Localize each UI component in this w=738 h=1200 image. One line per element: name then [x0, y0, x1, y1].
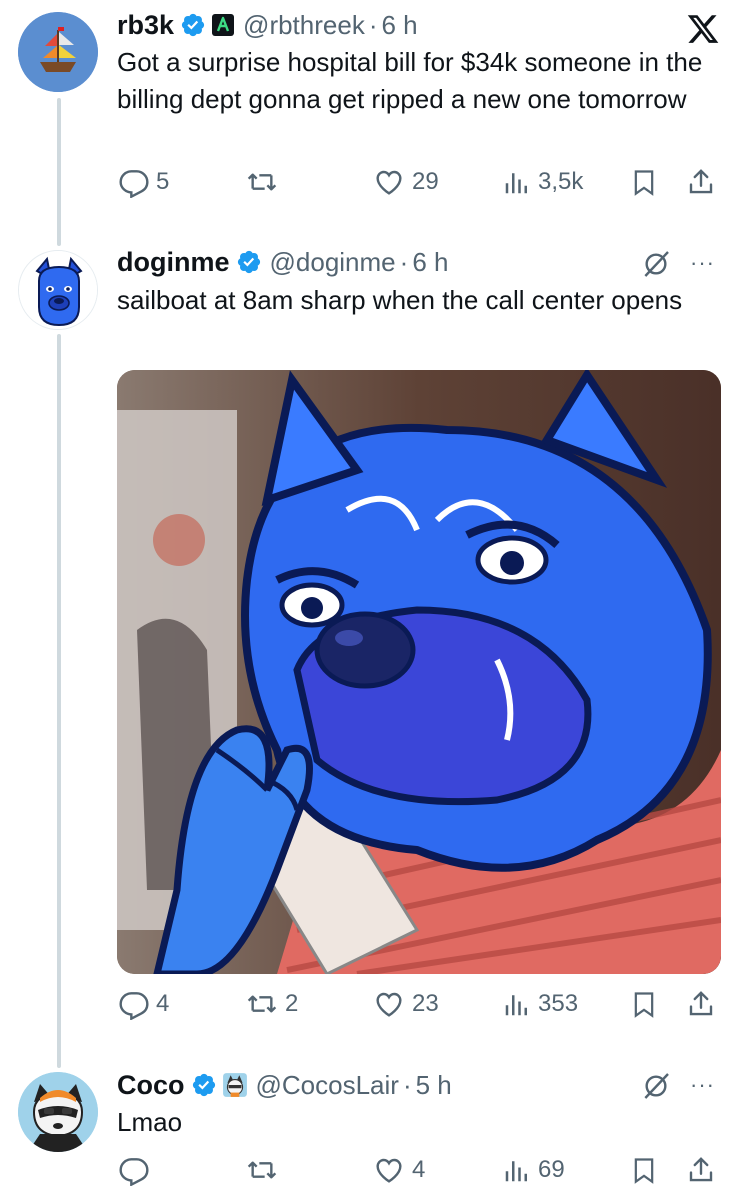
separator-dot: ·	[402, 1069, 412, 1100]
reply-icon	[119, 992, 149, 1020]
share-button[interactable]	[686, 1154, 716, 1186]
affiliate-logo-icon	[211, 13, 235, 37]
share-icon	[689, 169, 713, 194]
tweet-actions: 4 2 23 353	[0, 986, 738, 1026]
reply-count: 4	[156, 990, 170, 1017]
like-button[interactable]: 29	[372, 166, 439, 198]
verified-badge-icon	[191, 1072, 217, 1098]
retweet-icon	[247, 173, 277, 191]
tweet-text: sailboat at 8am sharp when the call cent…	[117, 285, 683, 315]
retweet-button[interactable]	[245, 166, 285, 198]
grok-icon[interactable]	[640, 248, 672, 280]
share-button[interactable]	[686, 166, 716, 198]
views-icon	[505, 173, 527, 194]
more-options-button[interactable]: ···	[690, 250, 715, 276]
more-options-button[interactable]: ···	[690, 1072, 715, 1098]
tweet-header: rb3k @rbthreek · 6 h	[117, 8, 418, 42]
timestamp[interactable]: 6 h	[382, 10, 418, 41]
share-button[interactable]	[686, 988, 716, 1020]
affiliate-logo-icon	[222, 1072, 248, 1098]
verified-badge-icon	[236, 249, 262, 275]
reply-icon	[119, 1158, 149, 1186]
display-name[interactable]: doginme	[117, 247, 230, 278]
share-icon	[689, 1157, 713, 1182]
views-icon	[505, 995, 527, 1016]
sailboat-emoji-icon	[18, 12, 98, 92]
reply-icon	[119, 170, 149, 198]
avatar-rb3k[interactable]	[18, 12, 98, 92]
like-count: 4	[412, 1156, 426, 1183]
user-handle[interactable]: @CocosLair	[256, 1070, 399, 1101]
retweet-button[interactable]	[245, 1154, 285, 1186]
bookmark-button[interactable]	[630, 988, 658, 1020]
verified-badge-icon	[180, 12, 206, 38]
tweet-actions: 4 69	[0, 1152, 738, 1192]
views-button[interactable]: 353	[502, 988, 578, 1020]
raccoon-icon	[18, 1072, 98, 1152]
grok-icon[interactable]	[640, 1070, 672, 1102]
like-button[interactable]: 23	[372, 988, 439, 1020]
separator-dot: ·	[368, 9, 378, 40]
blue-cartoon-dog-on-phone-image	[117, 370, 721, 974]
reply-button[interactable]	[118, 1154, 156, 1186]
bookmark-icon	[634, 992, 654, 1018]
tweet-actions: 5 29 3,5k	[0, 164, 738, 204]
user-handle[interactable]: @doginme	[270, 247, 396, 278]
bookmark-icon	[634, 170, 654, 196]
views-icon	[505, 1161, 527, 1182]
x-logo-icon[interactable]	[685, 12, 721, 46]
reply-count: 5	[156, 168, 170, 195]
tweet-header: doginme @doginme · 6 h	[117, 245, 448, 279]
reply-button[interactable]: 4	[118, 988, 169, 1020]
separator-dot: ·	[399, 246, 409, 277]
views-button[interactable]: 3,5k	[502, 166, 583, 198]
views-button[interactable]: 69	[502, 1154, 565, 1186]
view-count: 3,5k	[538, 168, 584, 195]
tweet-text: Lmao	[117, 1107, 183, 1137]
display-name[interactable]: Coco	[117, 1070, 185, 1101]
like-count: 23	[412, 990, 439, 1017]
view-count: 353	[538, 990, 579, 1017]
heart-icon	[376, 170, 402, 195]
tweet-header: Coco @CocosLair · 5 h	[117, 1068, 452, 1102]
bookmark-icon	[634, 1158, 654, 1184]
timestamp[interactable]: 6 h	[412, 247, 448, 278]
retweet-icon	[247, 1161, 277, 1179]
tweet-text: Got a surprise hospital bill for $34k so…	[117, 47, 703, 114]
display-name[interactable]: rb3k	[117, 10, 174, 41]
like-button[interactable]: 4	[372, 1154, 425, 1186]
view-count: 69	[538, 1156, 565, 1183]
heart-icon	[376, 992, 402, 1017]
timestamp[interactable]: 5 h	[416, 1070, 452, 1101]
bookmark-button[interactable]	[630, 1154, 658, 1186]
avatar-coco[interactable]	[18, 1072, 98, 1152]
heart-icon	[376, 1158, 402, 1183]
tweet-media-image[interactable]	[117, 370, 721, 974]
share-icon	[689, 991, 713, 1016]
blue-dog-icon	[19, 251, 97, 329]
retweet-button[interactable]: 2	[245, 988, 298, 1020]
reply-button[interactable]: 5	[118, 166, 169, 198]
thread-line	[57, 334, 61, 1068]
retweet-count: 2	[285, 990, 299, 1017]
user-handle[interactable]: @rbthreek	[243, 10, 365, 41]
bookmark-button[interactable]	[630, 166, 658, 198]
like-count: 29	[412, 168, 439, 195]
avatar-doginme[interactable]	[18, 250, 98, 330]
retweet-icon	[247, 995, 277, 1013]
